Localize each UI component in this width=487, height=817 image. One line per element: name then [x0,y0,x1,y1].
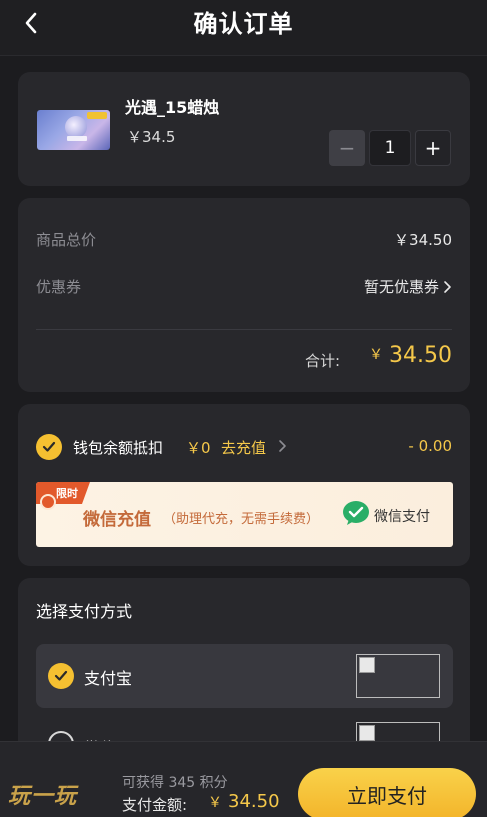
alipay-logo-image [356,654,440,698]
selected-check [48,663,74,689]
coupon-value: 暂无优惠券 [363,278,439,296]
brand-watermark: 玩一玩 [8,784,78,809]
coupon-selector[interactable]: 暂无优惠券 [364,276,452,297]
decrease-button[interactable]: − [329,130,365,166]
payment-section-title: 选择支付方式 [36,602,133,621]
wallet-label: 钱包余额抵扣 [73,439,164,457]
coupon-label: 优惠券 [36,278,82,296]
product-price: ￥34.5 [127,128,176,146]
total-amount: 34.50 [389,343,452,368]
pay-amount-value: 34.50 [228,791,280,812]
product-thumbnail [37,110,110,150]
quantity-stepper: − 1 + [329,130,451,166]
product-name: 光遇_15蜡烛 [125,98,220,117]
checkmark-icon [54,670,68,681]
ribbon-label: 限时 [56,487,78,500]
increase-button[interactable]: + [415,130,451,166]
checkout-bar: 玩一玩 可获得 345 积分 支付金额: ￥ 34.50 立即支付 [0,741,487,817]
product-card: 光遇_15蜡烛 ￥34.5 − 1 + [18,72,470,186]
wechat-recharge-banner[interactable]: 限时 微信充值 （助理代充，无需手续费） 微信支付 [36,482,453,547]
wallet-checkbox[interactable] [36,434,62,460]
header-bar: 确认订单 [0,0,487,56]
recharge-link[interactable]: 去充值 [221,437,266,458]
payment-label: 支付宝 [84,669,133,688]
divider [36,329,452,330]
total-value: ￥ 34.50 [369,343,452,368]
banner-subtitle: （助理代充，无需手续费） [163,512,320,527]
subtotal-label: 商品总价 [36,231,97,249]
payment-option-alipay[interactable]: 支付宝 [36,644,453,708]
price-summary-card: 商品总价 ￥34.50 优惠券 暂无优惠券 合计: ￥ 34.50 [18,198,470,392]
total-label: 合计: [305,352,341,370]
subtotal-value: ￥34.50 [394,231,452,249]
wechat-pay-label: 微信支付 [374,509,430,525]
chevron-right-icon [279,440,286,452]
banner-title: 微信充值 [83,510,151,530]
total-currency: ￥ [369,347,384,363]
pay-now-button[interactable]: 立即支付 [298,768,476,817]
page-title: 确认订单 [193,10,294,38]
pay-currency: ￥ [208,795,222,811]
clock-icon [40,494,56,510]
wallet-balance: ￥0 [186,439,211,457]
wallet-deduction: - 0.00 [408,437,452,455]
chevron-right-icon [444,280,451,293]
quantity-value[interactable]: 1 [369,130,411,166]
points-earned: 可获得 345 积分 [122,775,228,791]
pay-amount: ￥ 34.50 [208,791,280,812]
wallet-card: 钱包余额抵扣 ￥0 去充值 - 0.00 限时 微信充值 （助理代充，无需手续费… [18,404,470,566]
pay-amount-label: 支付金额: [122,796,188,814]
checkmark-icon [42,441,56,452]
wechat-icon [343,501,369,525]
